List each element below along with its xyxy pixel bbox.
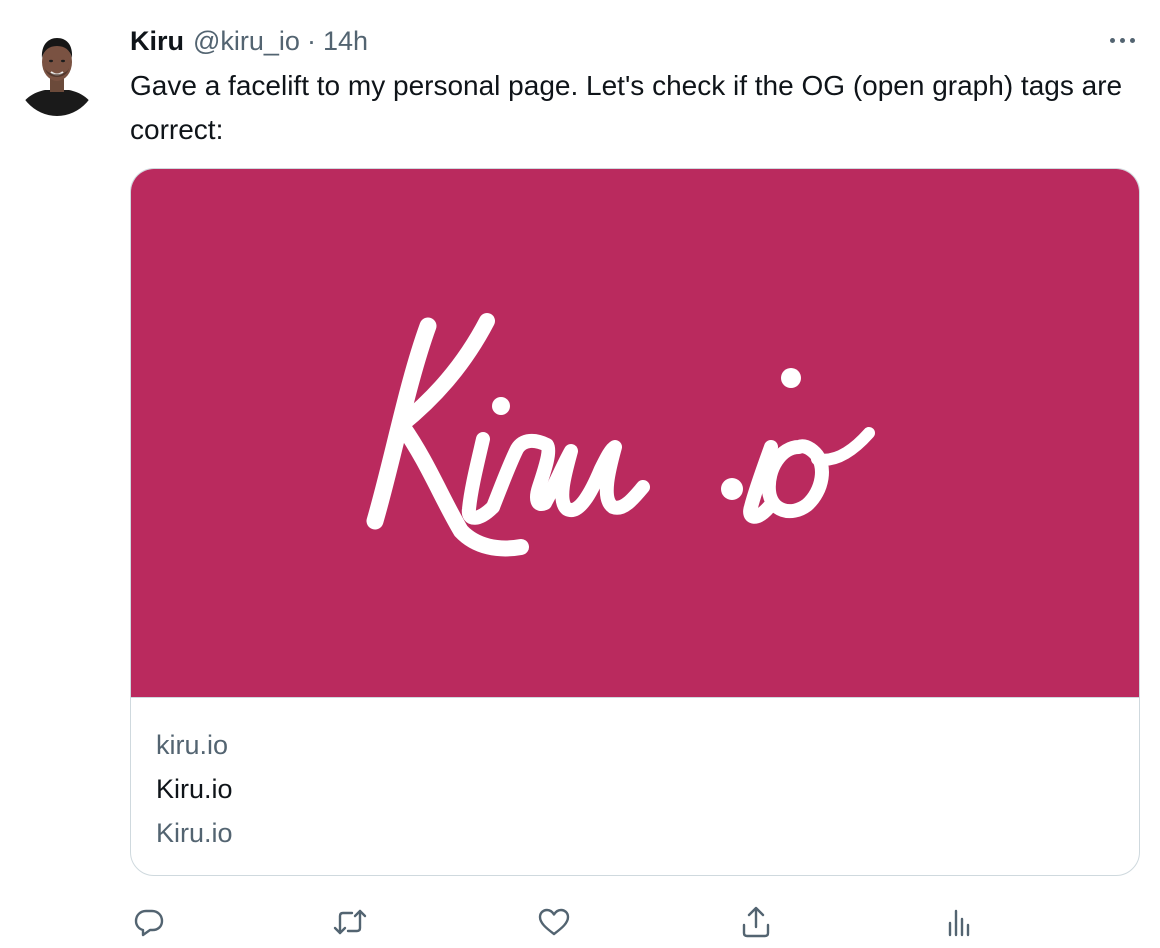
like-button[interactable]: [532, 900, 576, 944]
card-domain: kiru.io: [156, 730, 229, 760]
tweet-actions: [0, 900, 1160, 944]
kiru-io-logo-image: [366, 313, 875, 557]
more-options-button[interactable]: [1104, 28, 1140, 52]
author-display-name[interactable]: Kiru: [130, 24, 184, 58]
retweet-button[interactable]: [328, 900, 372, 944]
card-description: Kiru.io: [156, 818, 233, 848]
share-button[interactable]: [734, 900, 778, 944]
analytics-button[interactable]: [938, 900, 982, 944]
share-icon: [742, 906, 770, 938]
profile-photo-icon: [17, 38, 97, 116]
link-preview-card[interactable]: kiru.io Kiru.io Kiru.io: [130, 168, 1140, 876]
card-title: Kiru.io: [156, 774, 233, 804]
tweet-text: Gave a facelift to my personal page. Let…: [130, 70, 1123, 145]
card-divider: [131, 697, 1139, 698]
card-meta: kiru.io Kiru.io Kiru.io: [156, 723, 233, 855]
card-image[interactable]: [131, 169, 1139, 697]
more-horizontal-icon: [1109, 37, 1115, 43]
reply-icon: [134, 909, 164, 937]
tweet-timestamp[interactable]: 14h: [323, 24, 368, 58]
retweet-icon: [333, 909, 367, 935]
avatar[interactable]: [15, 24, 99, 116]
reply-button[interactable]: [127, 900, 171, 944]
author-handle[interactable]: @kiru_io: [193, 24, 300, 58]
analytics-icon: [948, 909, 970, 937]
tweet-header: Kiru @kiru_io · 14h: [130, 24, 368, 58]
tweet: Kiru @kiru_io · 14h Gave a facelift to m…: [0, 0, 1160, 948]
header-separator: ·: [306, 26, 316, 56]
heart-icon: [538, 908, 570, 936]
